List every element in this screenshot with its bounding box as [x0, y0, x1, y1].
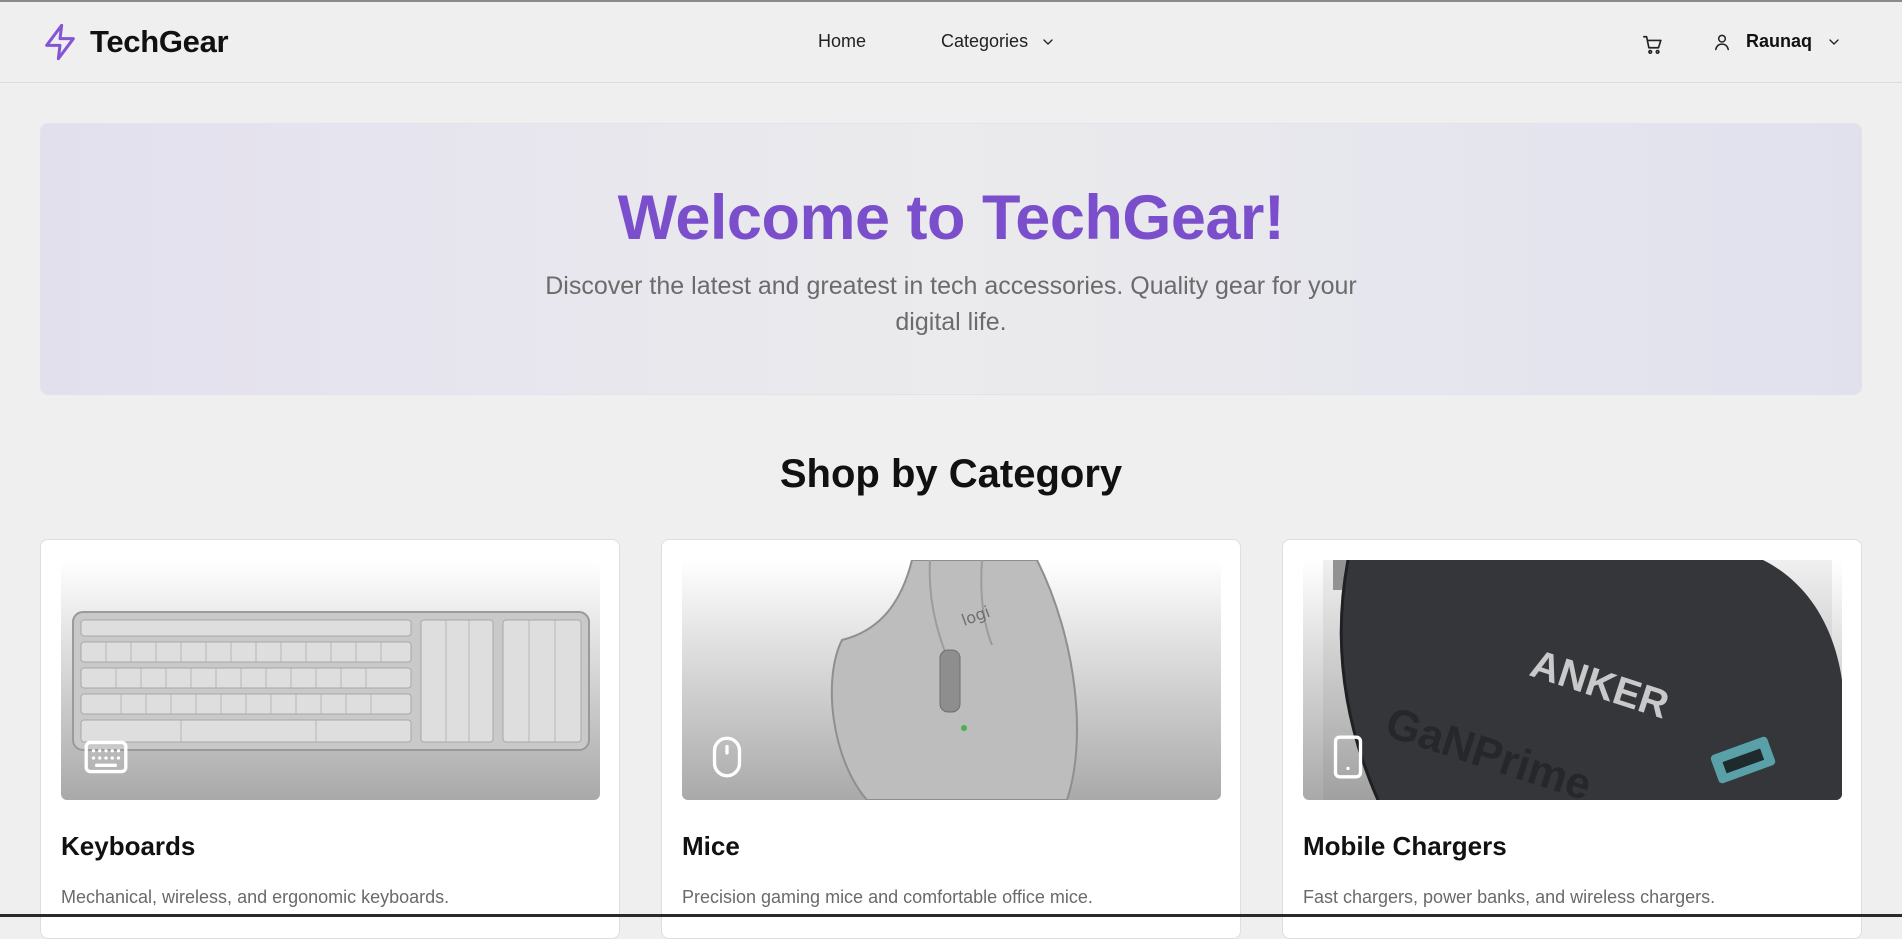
- user-menu[interactable]: Raunaq: [1712, 31, 1842, 52]
- brand-logo-link[interactable]: TechGear: [40, 22, 229, 62]
- nav-categories-label: Categories: [941, 31, 1029, 51]
- keyboard-product-image: [61, 560, 600, 800]
- user-icon: [1715, 34, 1729, 50]
- category-title: Keyboards: [61, 831, 196, 861]
- category-title: Mobile Chargers: [1303, 831, 1507, 861]
- section-title: Shop by Category: [779, 452, 1123, 496]
- keyboard-icon: [84, 740, 128, 774]
- chevron-down-icon: [1829, 38, 1839, 45]
- hero-banner: Welcome to TechGear! Discover the latest…: [40, 123, 1862, 395]
- hero-title: Welcome to TechGear!: [617, 183, 1285, 253]
- phone-icon: [1333, 735, 1363, 779]
- category-description: Fast chargers, power banks, and wireless…: [1303, 887, 1716, 907]
- keyboard-illustration: [72, 611, 590, 751]
- brand-name: TechGear: [90, 24, 229, 59]
- hero-subtitle: Discover the latest and greatest in tech…: [545, 272, 1357, 336]
- lightning-icon: [45, 23, 75, 61]
- charger-product-image: ANKER GaNPrime: [1303, 560, 1842, 800]
- category-description: Mechanical, wireless, and ergonomic keyb…: [61, 887, 450, 907]
- charger-illustration: ANKER GaNPrime: [1323, 560, 1842, 800]
- category-card-keyboards[interactable]: Keyboards Mechanical, wireless, and ergo…: [40, 539, 620, 939]
- category-title: Mice: [682, 831, 740, 861]
- mouse-product-image: logi: [682, 560, 1221, 800]
- category-card-mobile-chargers[interactable]: ANKER GaNPrime Mobile Chargers Fast char…: [1282, 539, 1862, 939]
- category-card-mice[interactable]: logi Mice Precision gaming mice and comf…: [661, 539, 1241, 939]
- category-description: Precision gaming mice and comfortable of…: [682, 887, 1093, 907]
- chevron-down-icon: [1043, 38, 1053, 45]
- mouse-icon: [712, 736, 742, 778]
- mouse-illustration: logi: [830, 560, 1078, 800]
- nav-home-link[interactable]: Home: [818, 31, 866, 52]
- nav-categories-dropdown[interactable]: Categories: [941, 31, 1056, 52]
- user-name: Raunaq: [1746, 31, 1813, 51]
- site-header: TechGear Home Categories Raunaq: [0, 2, 1902, 83]
- cart-icon[interactable]: [1642, 34, 1664, 56]
- main-nav: Home Categories: [818, 31, 1056, 52]
